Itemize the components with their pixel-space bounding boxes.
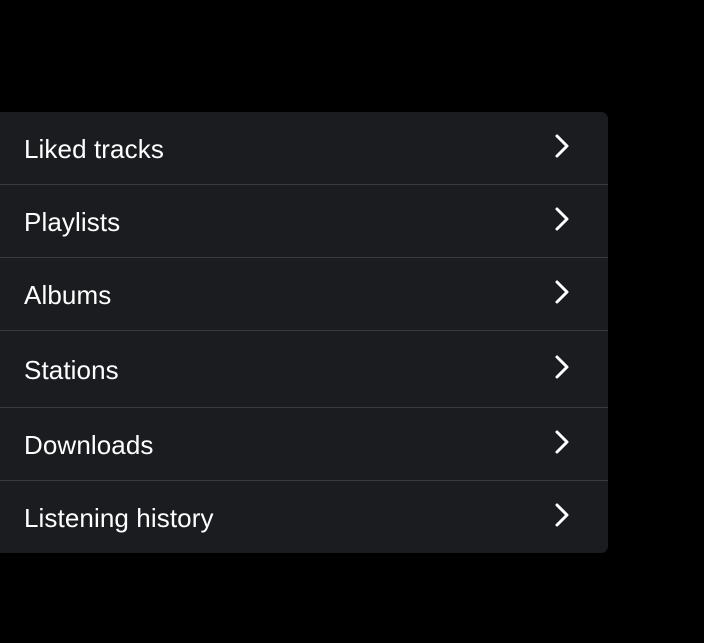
- chevron-right-icon: [555, 207, 569, 231]
- chevron-right-icon: [555, 430, 569, 454]
- menu-item-label: Listening history: [24, 503, 214, 533]
- chevron-right-icon: [555, 134, 569, 158]
- menu-item-label: Stations: [24, 355, 119, 385]
- menu-item-label: Liked tracks: [24, 134, 164, 164]
- menu-item-playlists[interactable]: Playlists: [0, 185, 608, 258]
- library-menu: Liked tracks Playlists Albums Stations D…: [0, 112, 608, 553]
- chevron-right-icon: [555, 503, 569, 527]
- chevron-right-icon: [555, 280, 569, 304]
- menu-item-listening-history[interactable]: Listening history: [0, 481, 608, 553]
- menu-item-label: Playlists: [24, 207, 121, 237]
- menu-item-albums[interactable]: Albums: [0, 258, 608, 331]
- menu-item-label: Downloads: [24, 430, 154, 460]
- menu-item-stations[interactable]: Stations: [0, 331, 608, 408]
- menu-item-label: Albums: [24, 280, 112, 310]
- menu-item-downloads[interactable]: Downloads: [0, 408, 608, 481]
- menu-item-liked-tracks[interactable]: Liked tracks: [0, 112, 608, 185]
- chevron-right-icon: [555, 355, 569, 379]
